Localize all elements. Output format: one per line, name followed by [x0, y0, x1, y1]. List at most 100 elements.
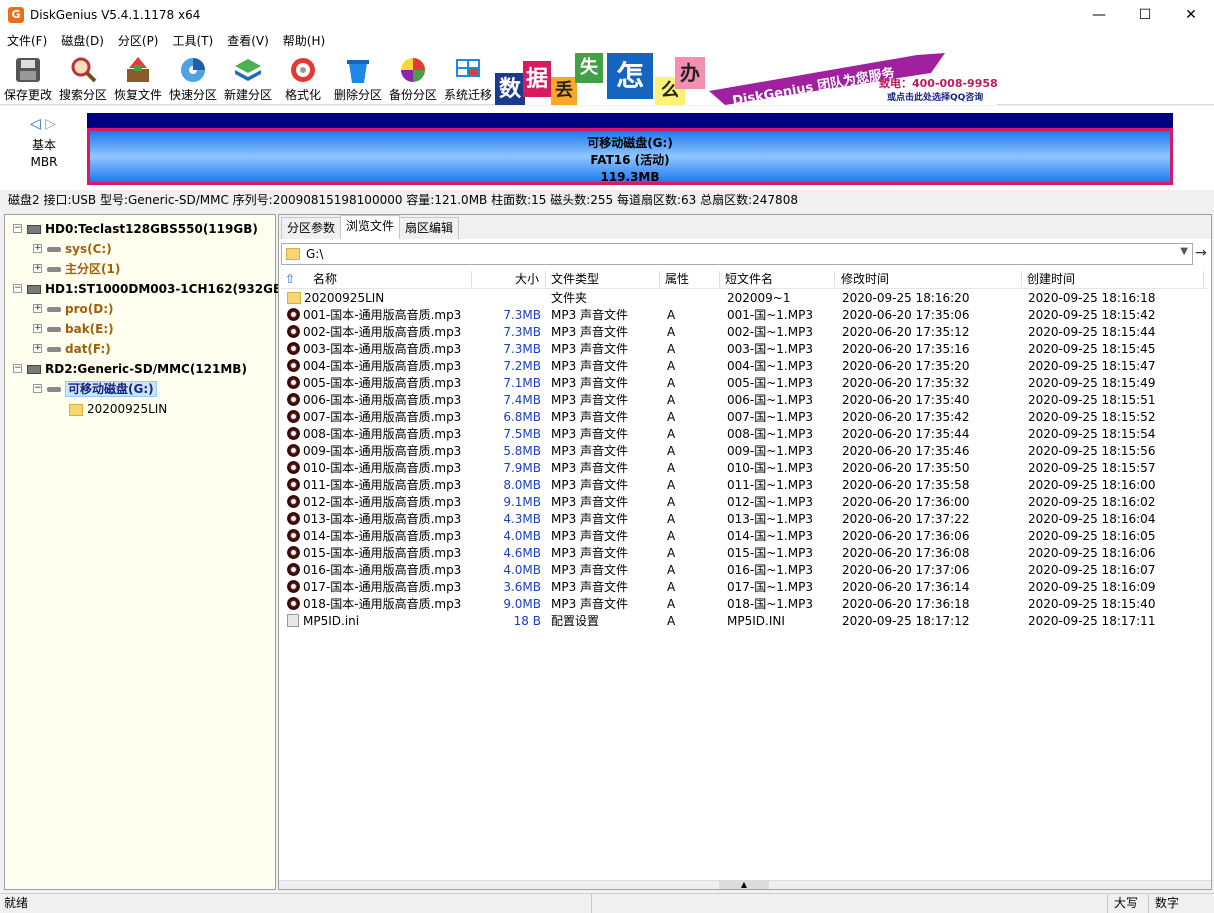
splitter-up-icon[interactable]: ▲: [719, 881, 769, 889]
col-divider[interactable]: [471, 271, 472, 287]
file-row[interactable]: 010-国本-通用版高音质.mp3 7.9MB MP3 声音文件 A 010-国~1.M…: [281, 460, 1207, 477]
search-partition-button[interactable]: 搜索分区: [56, 51, 110, 105]
partition-block[interactable]: 可移动磁盘(G:) FAT16 (活动) 119.3MB: [87, 128, 1173, 185]
col-attr[interactable]: 属性: [665, 269, 689, 289]
tree-folder[interactable]: 20200925LIN: [69, 399, 167, 419]
col-name[interactable]: 名称: [313, 269, 337, 289]
tree-partition-removable[interactable]: 可移动磁盘(G:): [47, 379, 157, 399]
file-row[interactable]: 008-国本-通用版高音质.mp3 7.5MB MP3 声音文件 A 008-国~1.M…: [281, 426, 1207, 443]
minimize-button[interactable]: —: [1076, 0, 1122, 30]
menu-help[interactable]: 帮助(H): [276, 32, 332, 49]
path-input[interactable]: G:\ ▼: [281, 243, 1193, 265]
col-created[interactable]: 创建时间: [1027, 269, 1075, 289]
delete-partition-button[interactable]: 删除分区: [331, 51, 385, 105]
file-row[interactable]: 012-国本-通用版高音质.mp3 9.1MB MP3 声音文件 A 012-国~1.M…: [281, 494, 1207, 511]
menu-partition[interactable]: 分区(P): [111, 32, 166, 49]
tree-disk-hd0[interactable]: HD0:Teclast128GBS550(119GB): [27, 219, 258, 239]
prev-disk-icon[interactable]: ◁: [30, 116, 41, 132]
tree-disk-hd1[interactable]: HD1:ST1000DM003-1CH162(932GB): [27, 279, 288, 299]
delete-icon: [347, 60, 369, 83]
file-row[interactable]: 013-国本-通用版高音质.mp3 4.3MB MP3 声音文件 A 013-国~1.M…: [281, 511, 1207, 528]
expand-icon[interactable]: +: [33, 324, 42, 333]
file-created-cell: 2020-09-25 18:15:44: [1028, 325, 1156, 339]
tab-sector-edit[interactable]: 扇区编辑: [399, 217, 460, 239]
tree-disk-rd2[interactable]: RD2:Generic-SD/MMC(121MB): [27, 359, 247, 379]
audio-file-icon: [287, 376, 300, 389]
hard-disk-icon: [27, 225, 41, 234]
file-short-cell: 016-国~1.MP3: [727, 563, 813, 577]
file-row[interactable]: 017-国本-通用版高音质.mp3 3.6MB MP3 声音文件 A 017-国~1.M…: [281, 579, 1207, 596]
tree-partition-primary[interactable]: 主分区(1): [47, 259, 120, 279]
recover-files-button[interactable]: 恢复文件: [111, 51, 165, 105]
disk-nav: ◁ ▷: [30, 116, 56, 132]
expand-icon[interactable]: +: [33, 344, 42, 353]
menu-view[interactable]: 查看(V): [220, 32, 276, 49]
up-folder-icon[interactable]: ⇧: [285, 269, 295, 289]
collapse-icon[interactable]: −: [13, 284, 22, 293]
tree-label: HD1:ST1000DM003-1CH162(932GB): [45, 282, 288, 296]
quick-partition-button[interactable]: 快速分区: [166, 51, 220, 105]
file-row[interactable]: 015-国本-通用版高音质.mp3 4.6MB MP3 声音文件 A 015-国~1.M…: [281, 545, 1207, 562]
splitter-bar[interactable]: ▲: [279, 880, 1211, 889]
file-short-cell: 002-国~1.MP3: [727, 325, 813, 339]
file-row[interactable]: 001-国本-通用版高音质.mp3 7.3MB MP3 声音文件 A 001-国~1.M…: [281, 307, 1207, 324]
file-row[interactable]: 002-国本-通用版高音质.mp3 7.3MB MP3 声音文件 A 002-国~1.M…: [281, 324, 1207, 341]
banner-ad[interactable]: 数 据 丢 失 怎 么 办 DiskGenius 团队为您服务 致电：400-0…: [495, 51, 997, 105]
col-divider[interactable]: [719, 271, 720, 287]
file-created-cell: 2020-09-25 18:15:51: [1028, 393, 1156, 407]
col-divider[interactable]: [834, 271, 835, 287]
file-row[interactable]: 005-国本-通用版高音质.mp3 7.1MB MP3 声音文件 A 005-国~1.M…: [281, 375, 1207, 392]
maximize-button[interactable]: ☐: [1122, 0, 1168, 30]
chevron-down-icon[interactable]: ▼: [1180, 246, 1188, 257]
file-row[interactable]: 20200925LIN 文件夹 202009~1 2020-09-25 18:16:2…: [281, 290, 1207, 307]
expand-icon[interactable]: +: [33, 304, 42, 313]
tree-partition-bak[interactable]: bak(E:): [47, 319, 114, 339]
expand-icon[interactable]: +: [33, 244, 42, 253]
file-row[interactable]: 007-国本-通用版高音质.mp3 6.8MB MP3 声音文件 A 007-国~1.M…: [281, 409, 1207, 426]
menu-tools[interactable]: 工具(T): [166, 32, 221, 49]
backup-partition-button[interactable]: 备份分区: [386, 51, 440, 105]
col-divider[interactable]: [1203, 271, 1204, 287]
tab-browse-files[interactable]: 浏览文件: [340, 215, 401, 239]
tab-partition-params[interactable]: 分区参数: [281, 217, 342, 239]
file-created-cell: 2020-09-25 18:16:06: [1028, 546, 1156, 560]
col-modified[interactable]: 修改时间: [841, 269, 889, 289]
col-type[interactable]: 文件类型: [551, 269, 599, 289]
file-row[interactable]: 006-国本-通用版高音质.mp3 7.4MB MP3 声音文件 A 006-国~1.M…: [281, 392, 1207, 409]
go-arrow-icon[interactable]: →: [1195, 245, 1207, 261]
expand-icon[interactable]: +: [33, 264, 42, 273]
new-partition-button[interactable]: 新建分区: [221, 51, 275, 105]
banner-char: 怎: [607, 53, 653, 99]
col-divider[interactable]: [659, 271, 660, 287]
file-row[interactable]: MP5ID.ini 18 B 配置设置 A MP5ID.INI 2020-09-25 18…: [281, 613, 1207, 630]
collapse-icon[interactable]: −: [33, 384, 42, 393]
menu-disk[interactable]: 磁盘(D): [54, 32, 111, 49]
collapse-icon[interactable]: −: [13, 364, 22, 373]
file-row[interactable]: 016-国本-通用版高音质.mp3 4.0MB MP3 声音文件 A 016-国~1.M…: [281, 562, 1207, 579]
col-short-name[interactable]: 短文件名: [725, 269, 773, 289]
col-divider[interactable]: [545, 271, 546, 287]
collapse-icon[interactable]: −: [13, 224, 22, 233]
tree-partition-dat[interactable]: dat(F:): [47, 339, 111, 359]
file-row[interactable]: 014-国本-通用版高音质.mp3 4.0MB MP3 声音文件 A 014-国~1.M…: [281, 528, 1207, 545]
save-button[interactable]: 保存更改: [1, 51, 55, 105]
file-row[interactable]: 004-国本-通用版高音质.mp3 7.2MB MP3 声音文件 A 004-国~1.M…: [281, 358, 1207, 375]
file-size-cell: 4.3MB: [503, 512, 541, 526]
file-row[interactable]: 009-国本-通用版高音质.mp3 5.8MB MP3 声音文件 A 009-国~1.M…: [281, 443, 1207, 460]
menu-file[interactable]: 文件(F): [0, 32, 54, 49]
col-size[interactable]: 大小: [515, 269, 539, 289]
tree-partition-sys[interactable]: sys(C:): [47, 239, 112, 259]
file-type-cell: 配置设置: [551, 614, 600, 628]
col-divider[interactable]: [1021, 271, 1022, 287]
new-partition-label: 新建分区: [223, 88, 272, 102]
format-button[interactable]: 格式化: [276, 51, 330, 105]
tree-partition-pro[interactable]: pro(D:): [47, 299, 113, 319]
file-row[interactable]: 018-国本-通用版高音质.mp3 9.0MB MP3 声音文件 A 018-国~1.M…: [281, 596, 1207, 613]
next-disk-icon[interactable]: ▷: [45, 116, 56, 132]
partition-size: 119.3MB: [600, 170, 660, 184]
system-migrate-button[interactable]: 系统迁移: [441, 51, 495, 105]
menu-bar: 文件(F) 磁盘(D) 分区(P) 工具(T) 查看(V) 帮助(H): [0, 30, 1214, 51]
file-row[interactable]: 003-国本-通用版高音质.mp3 7.3MB MP3 声音文件 A 003-国~1.M…: [281, 341, 1207, 358]
close-button[interactable]: ✕: [1168, 0, 1214, 30]
file-row[interactable]: 011-国本-通用版高音质.mp3 8.0MB MP3 声音文件 A 011-国~1.M…: [281, 477, 1207, 494]
